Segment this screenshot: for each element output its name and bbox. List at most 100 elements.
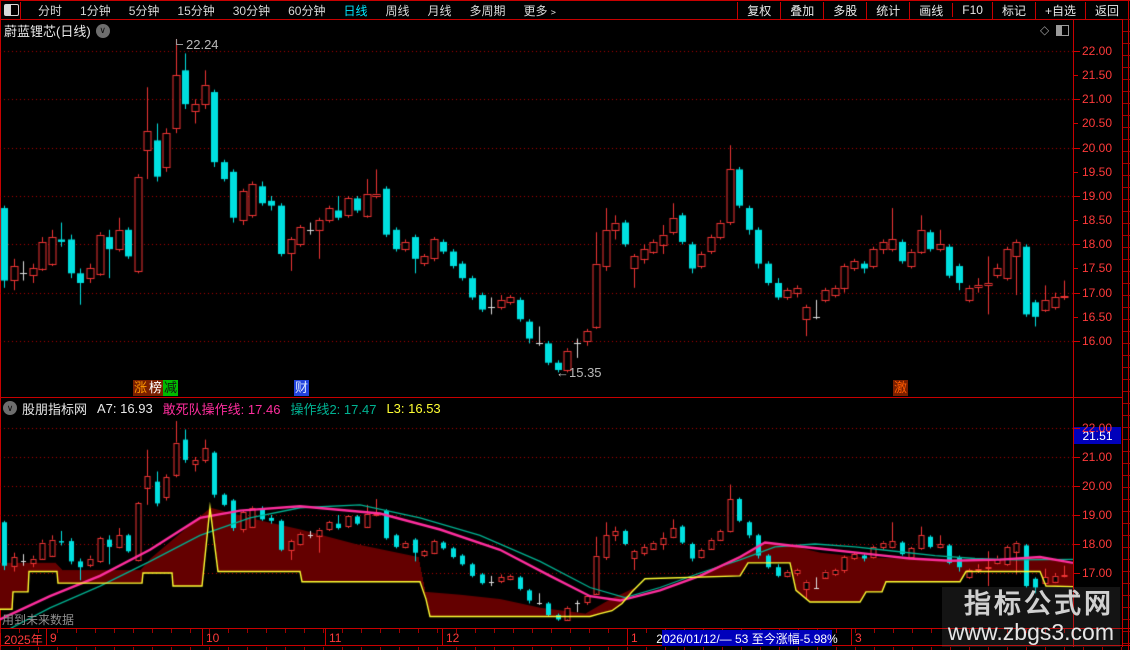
signal-marker-char: 财 xyxy=(294,380,310,396)
price-axis-label: 19.00 xyxy=(1082,508,1113,522)
price-axis-label: 22.00 xyxy=(1082,44,1113,58)
toolbar-button[interactable]: 复权 xyxy=(737,1,780,19)
month-label: 9 xyxy=(50,631,57,645)
axis-tick xyxy=(1074,515,1080,516)
toolbar-button[interactable]: 叠加 xyxy=(780,1,823,19)
toolbar-button[interactable]: 标记 xyxy=(991,1,1035,19)
timeframe-tab[interactable]: 分时 xyxy=(29,2,71,19)
timeframe-tab[interactable]: 5分钟 xyxy=(120,2,169,19)
high-anno-line xyxy=(176,44,183,45)
timeframe-tab[interactable]: 多周期 xyxy=(461,2,515,19)
signal-marker: 激 xyxy=(893,380,909,396)
toolbar-button[interactable]: 返回 xyxy=(1084,1,1128,19)
month-divider xyxy=(325,629,326,646)
price-axis-label: 17.00 xyxy=(1082,566,1113,580)
price-axis-label: 19.00 xyxy=(1082,188,1113,203)
toolbar-button[interactable]: +自选 xyxy=(1034,1,1085,19)
year-label: 2025年 xyxy=(4,633,43,647)
indicator-collapse-icon[interactable]: ∨ xyxy=(3,401,17,415)
right-toolbar: 复权 叠加 多股 统计 画线 F10 标记 +自选 返回 xyxy=(737,1,1128,19)
month-divider xyxy=(442,629,443,646)
price-axis-label: 20.50 xyxy=(1082,116,1113,131)
date-info-badge: 2026/01/12/— 53 至今涨幅-5.98% xyxy=(656,630,838,646)
axis-tick xyxy=(1074,147,1080,149)
axis-tick xyxy=(1074,123,1078,125)
signal-marker-char: 激 xyxy=(893,380,909,396)
axis-tick xyxy=(1074,244,1080,246)
main-candlestick-chart[interactable] xyxy=(0,19,1073,397)
low-annotation: ←15.35 xyxy=(556,365,602,380)
timeframe-tab[interactable]: 周线 xyxy=(376,2,418,19)
timeframe-tab[interactable]: 日线 xyxy=(334,2,376,19)
axis-tick xyxy=(1074,544,1080,545)
date-axis-ticks xyxy=(0,629,1073,633)
axis-tick xyxy=(1074,340,1080,342)
indicator-line1-value: 敢死队操作线: 17.46 xyxy=(162,401,281,417)
indicator-header: ∨ 股朋指标网 A7: 16.93 敢死队操作线: 17.46 操作线2: 17… xyxy=(3,399,451,417)
signal-marker-char: 涨 xyxy=(133,380,149,396)
price-axis-label: 17.00 xyxy=(1082,285,1113,300)
axis-tick xyxy=(1074,457,1080,458)
axis-tick xyxy=(1074,486,1080,487)
axis-tick xyxy=(1074,268,1078,270)
axis-tick xyxy=(1074,75,1078,77)
price-axis-label: 16.00 xyxy=(1082,333,1113,348)
toolbar-button[interactable]: F10 xyxy=(952,3,992,17)
app-frame: 分时 1分钟 5分钟 15分钟 30分钟 60分钟 日线 周线 月线 多周期 更多﹥ 复权 叠加 多股统… xyxy=(0,0,1130,650)
signal-marker: 财 xyxy=(294,380,310,396)
axis-tick xyxy=(1074,51,1080,52)
indicator-name[interactable]: 股朋指标网 xyxy=(22,399,87,418)
timeframe-tab[interactable]: 30分钟 xyxy=(224,2,279,19)
price-axis-label: 18.00 xyxy=(1082,237,1113,252)
watermark-url: www.zbgs3.com xyxy=(947,619,1114,645)
axis-border xyxy=(1073,19,1074,647)
window-split-icon[interactable] xyxy=(4,4,19,16)
toolbar-button[interactable]: 统计 xyxy=(866,1,909,19)
signal-marker-char: 榜 xyxy=(148,380,164,396)
month-divider xyxy=(46,629,47,646)
axis-tick xyxy=(1074,428,1080,429)
price-axis-label: 20.00 xyxy=(1082,140,1113,155)
price-axis-label: 18.50 xyxy=(1082,213,1113,228)
menu-divider xyxy=(20,2,21,19)
timeframe-tab[interactable]: 1分钟 xyxy=(71,2,120,19)
axis-tick xyxy=(1074,195,1080,197)
month-divider xyxy=(627,629,628,646)
watermark-site-name: 指标公式网 xyxy=(964,589,1114,619)
price-axis-label: 19.50 xyxy=(1082,164,1113,179)
timeframe-tab[interactable]: 15分钟 xyxy=(168,2,223,19)
month-divider xyxy=(202,629,203,646)
timeframe-tab[interactable]: 月线 xyxy=(419,2,461,19)
future-data-note: 用到未来数据 xyxy=(2,613,75,627)
month-label: 10 xyxy=(206,631,220,645)
price-axis-label: 22.00 xyxy=(1082,421,1113,435)
timeframe-tab[interactable]: 60分钟 xyxy=(279,2,334,19)
toolbar-button[interactable]: 画线 xyxy=(909,1,952,19)
toolbar-button[interactable]: 多股 xyxy=(823,1,866,19)
watermark: 指标公式网 www.zbgs3.com xyxy=(941,587,1120,647)
axis-tick xyxy=(1074,99,1080,101)
price-axis-label: 20.00 xyxy=(1082,479,1113,493)
timeframe-tab[interactable]: 更多﹥ xyxy=(515,2,569,19)
signal-marker-char: 减 xyxy=(163,380,179,396)
timeframe-tabs: 分时 1分钟 5分钟 15分钟 30分钟 60分钟 日线 周线 月线 多周期 更多﹥ xyxy=(29,2,569,19)
price-axis-label: 21.00 xyxy=(1082,92,1113,107)
month-label: 11 xyxy=(329,631,342,645)
price-axis-label: 21.50 xyxy=(1082,68,1113,83)
indicator-l3-value: L3: 16.53 xyxy=(386,400,441,416)
month-divider xyxy=(851,629,852,646)
price-axis-label: 16.50 xyxy=(1082,309,1113,324)
indicator-a7-value: A7: 16.93 xyxy=(97,400,153,416)
signal-marker: 涨榜减 xyxy=(133,380,179,396)
axis-tick xyxy=(1074,171,1078,173)
price-axis-label: 17.50 xyxy=(1082,261,1113,276)
axis-tick xyxy=(1074,573,1080,574)
indicator-line2-value: 操作线2: 17.47 xyxy=(290,401,377,417)
axis-tick xyxy=(1074,292,1080,294)
price-axis-label: 18.00 xyxy=(1082,537,1113,551)
axis-tick xyxy=(1074,316,1078,318)
indicator-chart[interactable] xyxy=(0,418,1073,628)
month-label: 1 xyxy=(631,631,638,645)
month-label: 12 xyxy=(446,631,460,645)
high-anno-line2 xyxy=(176,39,177,45)
